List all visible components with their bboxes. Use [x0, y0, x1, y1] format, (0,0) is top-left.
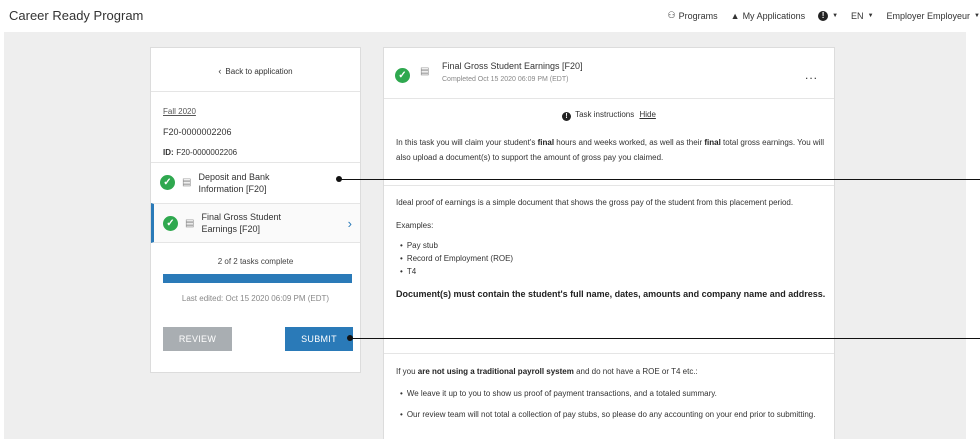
trophy-icon: ▲: [730, 10, 740, 21]
instructions-label: Task instructions: [575, 110, 635, 119]
last-edited: Last edited: Oct 15 2020 06:09 PM (EDT): [181, 294, 330, 303]
submit-button[interactable]: SUBMIT: [285, 327, 353, 351]
back-to-application-link[interactable]: ‹ Back to application: [151, 48, 360, 92]
document-icon: ▤: [182, 177, 192, 188]
nav-my-applications[interactable]: ▲ My Applications: [731, 11, 805, 21]
check-circle-icon: ✓: [163, 215, 178, 231]
text: If you: [396, 367, 418, 376]
instructions-paragraph-1: In this task you will claim your student…: [396, 135, 826, 165]
instructions-paragraph-2: Ideal proof of earnings is a simple docu…: [396, 198, 794, 207]
list-item: Pay stub: [400, 239, 826, 252]
nav-programs-label: Programs: [678, 10, 718, 21]
application-sidebar: ‹ Back to application Fall 2020 F20-00000…: [150, 47, 361, 373]
hide-instructions-link[interactable]: Hide: [639, 110, 655, 119]
annotation-dot: [347, 335, 353, 341]
annotation-line: [339, 179, 980, 180]
text-bold: final: [704, 138, 721, 147]
text: hours and weeks worked, as well as their: [554, 138, 705, 147]
info-icon: !: [818, 10, 829, 21]
instructions-body-2: Ideal proof of earnings is a simple docu…: [396, 195, 826, 302]
chevron-down-icon: ▼: [832, 12, 839, 19]
top-navbar: Career Ready Program ⚇ Programs ▲ My App…: [0, 0, 980, 32]
annotation-dot: [336, 176, 342, 182]
nav-my-applications-label: My Applications: [742, 10, 806, 21]
document-icon: ▤: [420, 66, 430, 77]
application-info: Fall 2020 F20-0000002206 ID: F20-0000002…: [163, 102, 237, 163]
back-label: Back to application: [225, 67, 293, 76]
instructions-body: In this task you will claim your student…: [396, 135, 826, 165]
user-name: Employer Employeur: [886, 10, 971, 21]
task-label: Deposit and Bank Information [F20]: [198, 171, 270, 194]
term-link[interactable]: Fall 2020: [163, 102, 237, 122]
language-label: EN: [851, 10, 864, 21]
list-item: Our review team will not total a collect…: [400, 408, 826, 421]
task-deposit-bank[interactable]: ✓ ▤ Deposit and Bank Information [F20]: [151, 162, 360, 202]
id-value: F20-0000002206: [176, 148, 238, 157]
brand-title[interactable]: Career Ready Program: [9, 8, 143, 23]
divider: [384, 353, 834, 354]
task-completed-date: Completed Oct 15 2020 06:09 PM (EDT): [442, 76, 569, 83]
examples-list: Pay stub Record of Employment (ROE) T4: [400, 239, 826, 278]
chevron-down-icon: ▼: [974, 12, 980, 19]
check-circle-icon: ✓: [160, 175, 175, 190]
progress-bar: [163, 274, 352, 283]
instructions-paragraph-3: If you are not using a traditional payro…: [396, 364, 826, 379]
list-item: Record of Employment (ROE): [400, 252, 826, 265]
programs-icon: ⚇: [667, 10, 676, 20]
requirement-text: Document(s) must contain the student's f…: [396, 289, 826, 299]
annotation-line: [350, 338, 980, 339]
more-options-button[interactable]: ...: [805, 68, 818, 82]
language-dropdown[interactable]: EN ▼: [851, 11, 873, 21]
examples-label: Examples:: [396, 221, 434, 230]
text: and do not have a ROE or T4 etc.:: [573, 367, 698, 376]
chevron-right-icon: ›: [347, 215, 352, 231]
progress-text: 2 of 2 tasks complete: [217, 257, 294, 266]
application-code: F20-0000002206: [163, 127, 232, 137]
help-dropdown[interactable]: ! ▼: [818, 10, 839, 21]
divider: [384, 185, 834, 186]
text-bold: final: [537, 138, 555, 147]
task-instructions-toggle: ! Task instructions Hide: [384, 110, 834, 121]
id-label: ID:: [163, 148, 174, 157]
list-item: T4: [400, 265, 826, 278]
progress-bar-fill: [163, 274, 352, 283]
task-label: Final Gross Student Earnings [F20]: [201, 212, 281, 234]
info-icon: !: [562, 112, 572, 121]
review-button[interactable]: REVIEW: [163, 327, 232, 351]
list-item: We leave it up to you to show us proof o…: [400, 387, 826, 400]
user-menu[interactable]: Employer Employeur ▼: [887, 11, 980, 21]
task-header: ✓ ▤ Final Gross Student Earnings [F20] C…: [384, 48, 834, 99]
text: In this task you will claim your student…: [396, 138, 538, 147]
instructions-body-3: If you are not using a traditional payro…: [396, 364, 826, 421]
text-bold: are not using a traditional payroll syst…: [417, 367, 574, 376]
task-panel: ✓ ▤ Final Gross Student Earnings [F20] C…: [383, 47, 835, 439]
task-title: Final Gross Student Earnings [F20]: [442, 61, 583, 71]
application-id: ID: F20-0000002206: [163, 142, 237, 163]
chevron-down-icon: ▼: [867, 12, 874, 19]
task-final-gross-earnings[interactable]: ✓ ▤ Final Gross Student Earnings [F20] ›: [151, 203, 360, 243]
document-icon: ▤: [185, 217, 195, 229]
check-circle-icon: ✓: [395, 68, 410, 83]
nav-programs[interactable]: ⚇ Programs: [668, 10, 718, 21]
chevron-left-icon: ‹: [218, 66, 222, 76]
no-payroll-list: We leave it up to you to show us proof o…: [400, 387, 826, 421]
top-nav: ⚇ Programs ▲ My Applications ! ▼ EN ▼ Em…: [655, 10, 980, 21]
